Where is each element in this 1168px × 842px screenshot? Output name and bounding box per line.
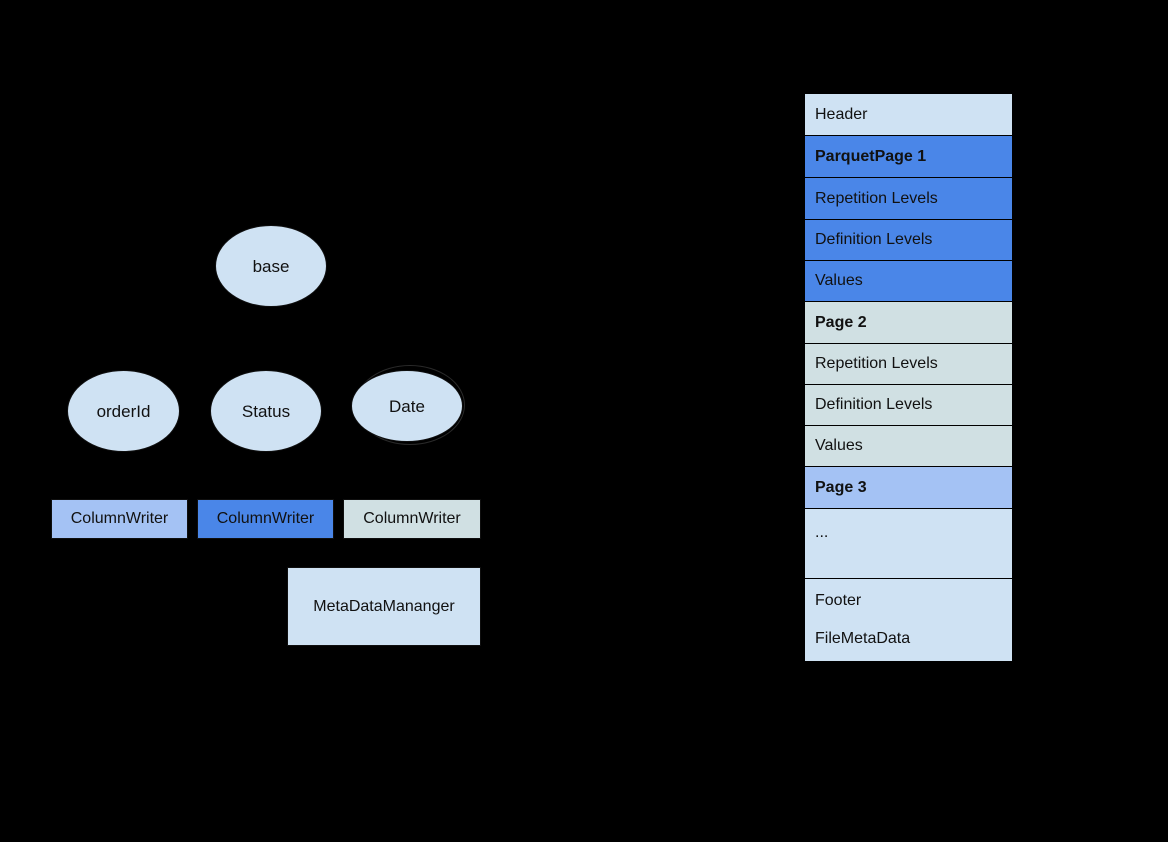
- node-date-label: Date: [389, 396, 425, 416]
- file-layout-row-label: Definition Levels: [815, 396, 933, 413]
- node-column-writer-1-label: ColumnWriter: [70, 510, 169, 527]
- node-column-writer-3-label: ColumnWriter: [363, 510, 461, 527]
- node-date[interactable]: Date: [351, 370, 463, 442]
- file-layout-row[interactable]: ...: [805, 509, 1012, 579]
- file-layout-panel: Header ParquetPage 1 Repetition Levels Defi…: [804, 93, 1013, 662]
- node-metadata-manager-label: MetaDataMananger: [313, 597, 455, 615]
- node-status-label: Status: [241, 401, 291, 421]
- file-layout-row[interactable]: Repetition Levels: [805, 344, 1012, 385]
- file-layout-row-label: ...: [815, 524, 829, 541]
- file-layout-footer-line2: FileMetaData: [815, 630, 911, 647]
- file-layout-row-label: Repetition Levels: [815, 189, 938, 207]
- file-layout-row-label: Page 3: [815, 478, 867, 496]
- node-order-id-label: orderId: [96, 401, 151, 421]
- file-layout-row[interactable]: Repetition Levels: [805, 178, 1012, 220]
- node-column-writer-2-label: ColumnWriter: [216, 510, 315, 527]
- node-order-id[interactable]: orderId: [67, 370, 180, 452]
- file-layout-row[interactable]: Definition Levels: [805, 385, 1012, 426]
- file-layout-row[interactable]: Page 3: [805, 467, 1012, 509]
- node-column-writer-2[interactable]: ColumnWriter: [197, 499, 334, 539]
- diagram-canvas: base orderId Status Date ColumnWriter Co…: [0, 0, 1168, 842]
- file-layout-footer-line1: Footer: [815, 592, 862, 609]
- file-layout-row-label: ParquetPage 1: [815, 147, 927, 165]
- file-layout-row-label: Repetition Levels: [815, 355, 938, 372]
- node-column-writer-3[interactable]: ColumnWriter: [343, 499, 481, 539]
- file-layout-row-label: Values: [815, 437, 863, 454]
- node-metadata-manager[interactable]: MetaDataMananger: [287, 567, 481, 646]
- node-status[interactable]: Status: [210, 370, 322, 452]
- file-layout-row[interactable]: Definition Levels: [805, 220, 1012, 261]
- file-layout-row-label: Page 2: [815, 313, 867, 331]
- file-layout-row[interactable]: ParquetPage 1: [805, 136, 1012, 178]
- file-layout-row[interactable]: Page 2: [805, 302, 1012, 344]
- file-layout-row-label: Values: [815, 272, 863, 289]
- node-base[interactable]: base: [215, 225, 327, 307]
- file-layout-row-label: Header: [815, 105, 868, 123]
- file-layout-row[interactable]: Header: [805, 94, 1012, 136]
- file-layout-row-label: Definition Levels: [815, 231, 933, 248]
- node-column-writer-1[interactable]: ColumnWriter: [51, 499, 188, 539]
- file-layout-footer-row[interactable]: Footer FileMetaData: [805, 579, 1012, 661]
- file-layout-row[interactable]: Values: [805, 261, 1012, 302]
- file-layout-row[interactable]: Values: [805, 426, 1012, 467]
- node-base-label: base: [252, 256, 290, 276]
